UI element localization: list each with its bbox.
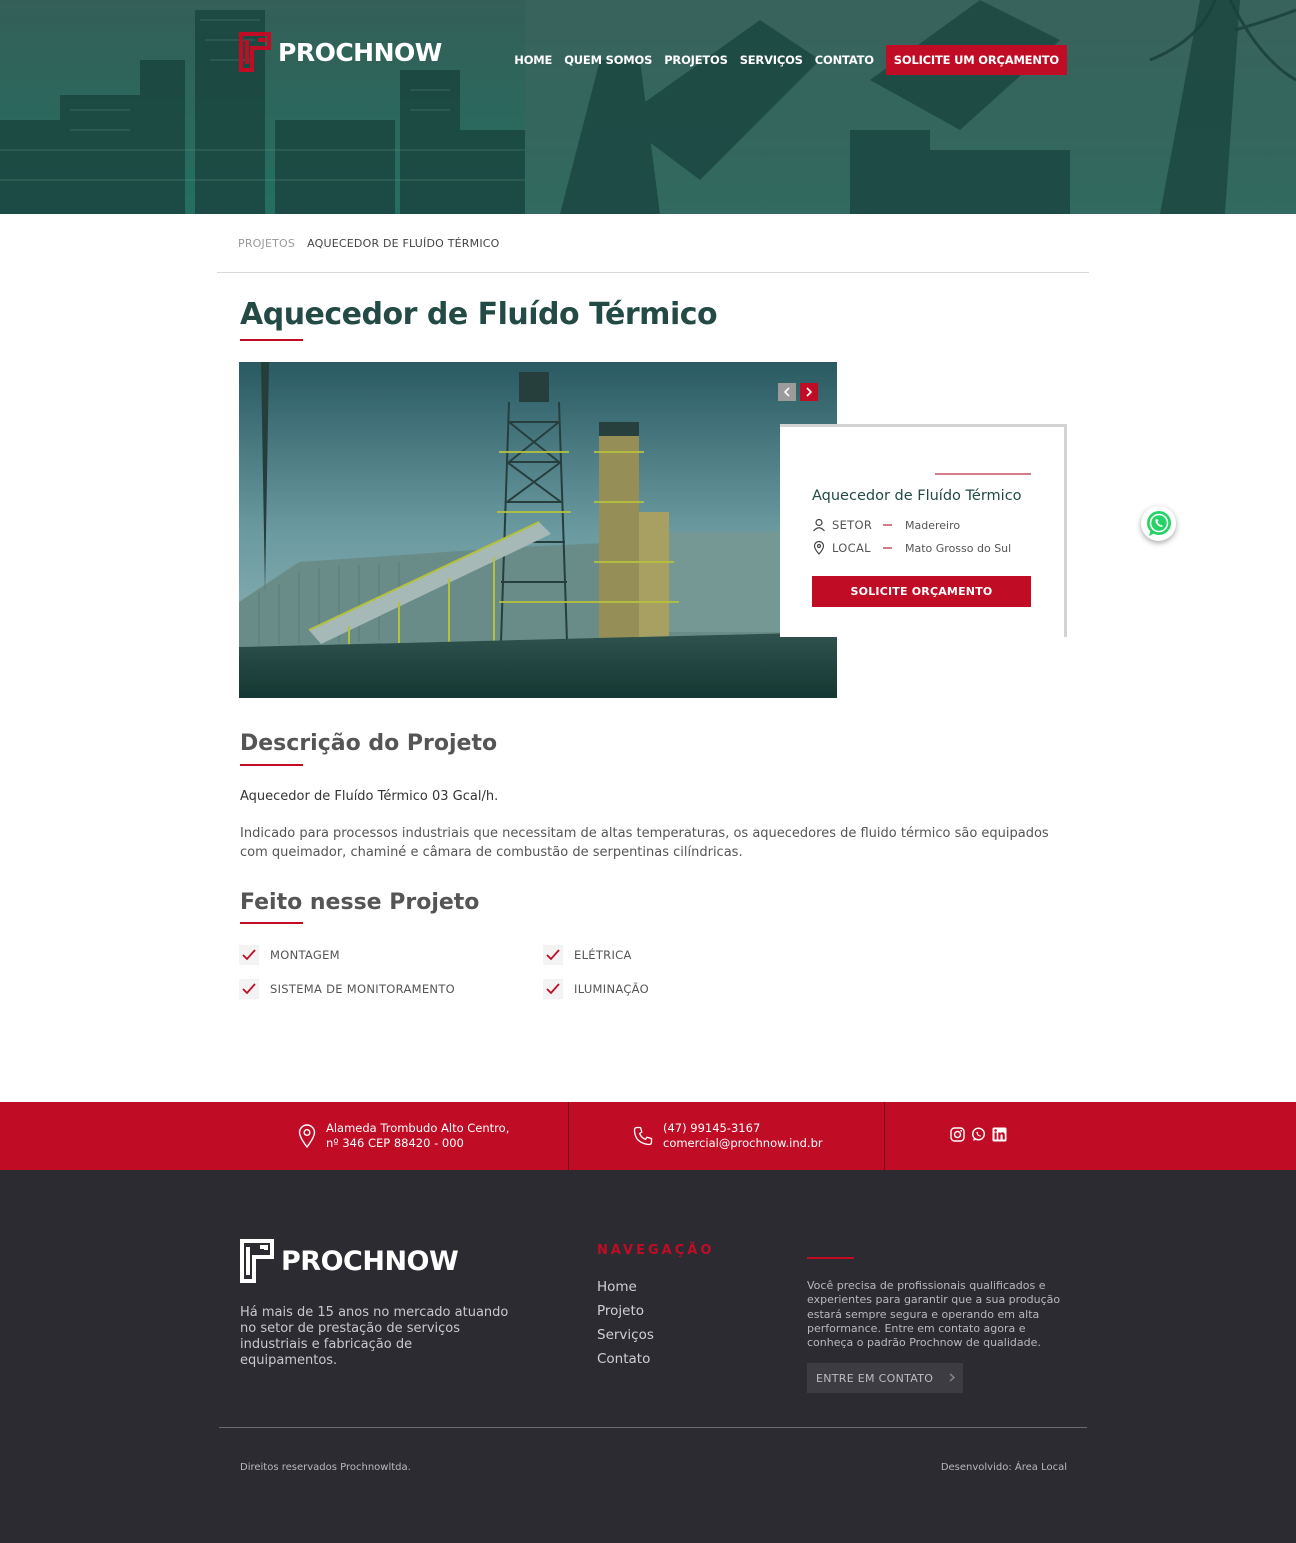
checklist-item: ILUMINAÇÃO	[543, 979, 649, 999]
check-icon	[239, 945, 259, 965]
main-nav: HOME QUEM SOMOS PROJETOS SERVIÇOS CONTAT…	[514, 45, 1067, 75]
checklist-label: ILUMINAÇÃO	[574, 982, 649, 996]
footer-logo-wordmark: PROCHNOW	[281, 1245, 459, 1277]
footer-nav-contato[interactable]: Contato	[597, 1351, 654, 1367]
copyright-text: Direitos reservados Prochnowltda.	[240, 1462, 411, 1473]
check-icon	[239, 979, 259, 999]
card-request-quote-button[interactable]: SOLICITE ORÇAMENTO	[812, 576, 1031, 607]
hero-background-image	[0, 0, 1296, 214]
nav-contato[interactable]: CONTATO	[815, 53, 874, 67]
location-pin-icon	[298, 1124, 316, 1148]
chevron-left-icon	[783, 387, 790, 397]
breadcrumb: PROJETOS AQUECEDOR DE FLUÍDO TÉRMICO	[238, 237, 500, 250]
check-icon	[543, 945, 563, 965]
prochnow-logo-mark-icon	[240, 1239, 274, 1283]
chevron-right-icon	[949, 1372, 956, 1385]
footer-nav: Home Projeto Serviços Contato	[597, 1279, 654, 1367]
user-icon	[813, 518, 825, 532]
contact-phone-email: (47) 99145-3167 comercial@prochnow.ind.b…	[633, 1121, 823, 1151]
footer-cta-text: Você precisa de profissionais qualificad…	[807, 1279, 1061, 1350]
divider	[568, 1102, 569, 1170]
checklist-label: MONTAGEM	[270, 948, 340, 962]
footer-divider	[219, 1427, 1087, 1428]
location-pin-icon	[813, 541, 825, 555]
footer-nav-title: NAVEGAÇÃO	[597, 1243, 715, 1258]
request-quote-button[interactable]: SOLICITE UM ORÇAMENTO	[885, 45, 1067, 75]
site-logo[interactable]: PROCHNOW	[238, 30, 442, 74]
nav-home[interactable]: HOME	[514, 53, 552, 67]
address-line-2: nº 346 CEP 88420 - 000	[326, 1136, 464, 1150]
dash-divider	[883, 547, 892, 549]
address-line-1: Alameda Trombudo Alto Centro,	[326, 1121, 510, 1135]
checklist-item: ELÉTRICA	[543, 945, 632, 965]
linkedin-icon[interactable]	[992, 1127, 1007, 1142]
local-label: LOCAL	[832, 541, 871, 555]
checklist-item: MONTAGEM	[239, 945, 340, 965]
project-info-card: Aquecedor de Fluído Térmico SETOR Madere…	[780, 424, 1067, 637]
whatsapp-icon[interactable]	[971, 1127, 986, 1142]
local-value: Mato Grosso do Sul	[905, 541, 1012, 555]
hero-header: PROCHNOW HOME QUEM SOMOS PROJETOS SERVIÇ…	[0, 0, 1296, 214]
section-underline	[240, 922, 303, 924]
dash-divider	[883, 524, 892, 526]
checklist-label: SISTEMA DE MONITORAMENTO	[270, 982, 456, 996]
checklist-label: ELÉTRICA	[574, 948, 632, 962]
contact-email[interactable]: comercial@prochnow.ind.br	[663, 1136, 823, 1151]
description-title: Descrição do Projeto	[240, 731, 498, 756]
nav-servicos[interactable]: SERVIÇOS	[740, 53, 803, 67]
title-underline	[240, 339, 303, 341]
instagram-icon[interactable]	[950, 1127, 965, 1142]
setor-value: Madereiro	[905, 518, 961, 532]
checklist-item: SISTEMA DE MONITORAMENTO	[239, 979, 455, 999]
breadcrumb-projetos-link[interactable]: PROJETOS	[238, 237, 295, 250]
contact-us-label: ENTRE EM CONTATO	[816, 1371, 934, 1385]
card-title: Aquecedor de Fluído Térmico	[812, 488, 1022, 504]
footer-nav-projeto[interactable]: Projeto	[597, 1303, 654, 1319]
whatsapp-icon	[1146, 510, 1171, 536]
slider-prev-button[interactable]	[778, 383, 796, 401]
nav-projetos[interactable]: PROJETOS	[664, 53, 728, 67]
project-image-slider[interactable]	[239, 362, 837, 698]
nav-quem-somos[interactable]: QUEM SOMOS	[564, 53, 652, 67]
card-accent-line	[935, 473, 1031, 475]
slider-next-button[interactable]	[800, 383, 818, 401]
footer-logo[interactable]: PROCHNOW	[239, 1237, 459, 1285]
local-row: LOCAL Mato Grosso do Sul	[812, 541, 1011, 555]
description-lead: Aquecedor de Fluído Térmico 03 Gcal/h.	[240, 789, 499, 804]
setor-label: SETOR	[832, 518, 873, 532]
contact-us-button[interactable]: ENTRE EM CONTATO	[807, 1363, 963, 1393]
phone-icon	[633, 1126, 653, 1146]
divider	[884, 1102, 885, 1170]
contact-phone[interactable]: (47) 99145-3167	[663, 1121, 823, 1136]
logo-wordmark: PROCHNOW	[278, 37, 442, 67]
divider	[217, 272, 1089, 273]
description-body: Indicado para processos industriais que …	[240, 826, 1049, 860]
whatsapp-float-button[interactable]	[1141, 506, 1176, 541]
prochnow-logo-mark-icon	[239, 32, 271, 72]
page-title: Aquecedor de Fluído Térmico	[240, 297, 718, 332]
project-photo	[239, 362, 837, 698]
setor-row: SETOR Madereiro	[812, 518, 960, 532]
section-underline	[240, 764, 303, 766]
chevron-right-icon	[806, 387, 813, 397]
footer-nav-home[interactable]: Home	[597, 1279, 654, 1295]
developer-credit[interactable]: Desenvolvido: Área Local	[941, 1462, 1067, 1473]
footer-tagline: Há mais de 15 anos no mercado atuando no…	[240, 1305, 509, 1368]
breadcrumb-current: AQUECEDOR DE FLUÍDO TÉRMICO	[307, 237, 500, 250]
footer-nav-servicos[interactable]: Serviços	[597, 1327, 654, 1343]
done-title: Feito nesse Projeto	[240, 890, 480, 915]
footer-accent-line	[807, 1257, 854, 1259]
contact-address: Alameda Trombudo Alto Centro, nº 346 CEP…	[298, 1121, 509, 1151]
social-links	[950, 1127, 1007, 1142]
check-icon	[543, 979, 563, 999]
